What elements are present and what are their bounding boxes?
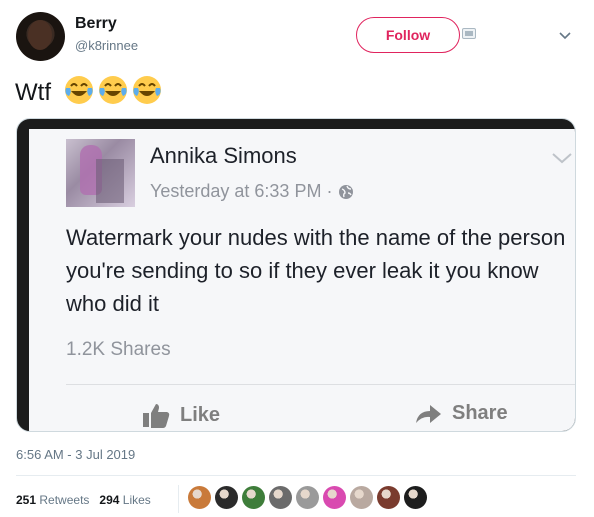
globe-icon [339,184,354,199]
liker-avatar[interactable] [269,486,292,509]
liker-avatars[interactable] [188,486,427,509]
extension-icon[interactable] [462,28,476,39]
author-avatar[interactable] [16,12,65,61]
chevron-down-icon[interactable] [558,28,572,42]
tweet-text: Wtf [15,79,51,106]
likes-label: Likes [122,493,151,507]
liker-avatar[interactable] [404,486,427,509]
face-with-tears-of-joy-icon [65,76,93,104]
embedded-screenshot-card[interactable]: Annika Simons Yesterday at 6:33 PM · Wat… [16,118,576,432]
tweet-timestamp[interactable]: 6:56 AM - 3 Jul 2019 [16,447,135,462]
fb-share-action: Share [414,402,508,425]
retweets-label: Retweets [39,493,90,507]
liker-avatar[interactable] [350,486,373,509]
liker-avatar[interactable] [242,486,265,509]
likes-count: 294 [99,493,120,507]
retweets-stat[interactable]: 251 Retweets [16,493,89,507]
share-arrow-icon [416,404,441,423]
face-with-tears-of-joy-icon [99,76,127,104]
follow-button[interactable]: Follow [356,17,460,53]
author-handle[interactable]: @k8rinnee [75,38,138,53]
fb-divider [66,384,575,385]
facebook-post: Annika Simons Yesterday at 6:33 PM · Wat… [29,129,575,431]
liker-avatar[interactable] [296,486,319,509]
liker-avatar[interactable] [215,486,238,509]
fb-time-text: Yesterday at 6:33 PM · [150,181,333,201]
fb-post-text: Watermark your nudes with the name of th… [66,225,566,316]
fb-like-label: Like [180,403,221,426]
tweet-emojis [63,74,163,106]
liker-avatar[interactable] [323,486,346,509]
stats-separator [16,475,576,476]
retweets-count: 251 [16,493,37,507]
likes-stat[interactable]: 294 Likes [99,493,150,507]
author-name[interactable]: Berry [75,15,117,33]
fb-chevron-down-icon [552,153,572,164]
engagement-stats: 251 Retweets 294 Likes [16,493,151,507]
fb-share-label: Share [452,402,508,424]
fb-like-action: Like [142,402,220,428]
liker-avatar[interactable] [377,486,400,509]
fb-share-count: 1.2K Shares [66,339,171,360]
liker-avatar[interactable] [188,486,211,509]
face-with-tears-of-joy-icon [133,76,161,104]
fb-post-time: Yesterday at 6:33 PM · [150,181,354,202]
fb-author-name: Annika Simons [150,143,297,168]
stats-divider [178,485,179,513]
fb-profile-photo [66,139,135,207]
thumbs-up-icon [143,404,170,428]
